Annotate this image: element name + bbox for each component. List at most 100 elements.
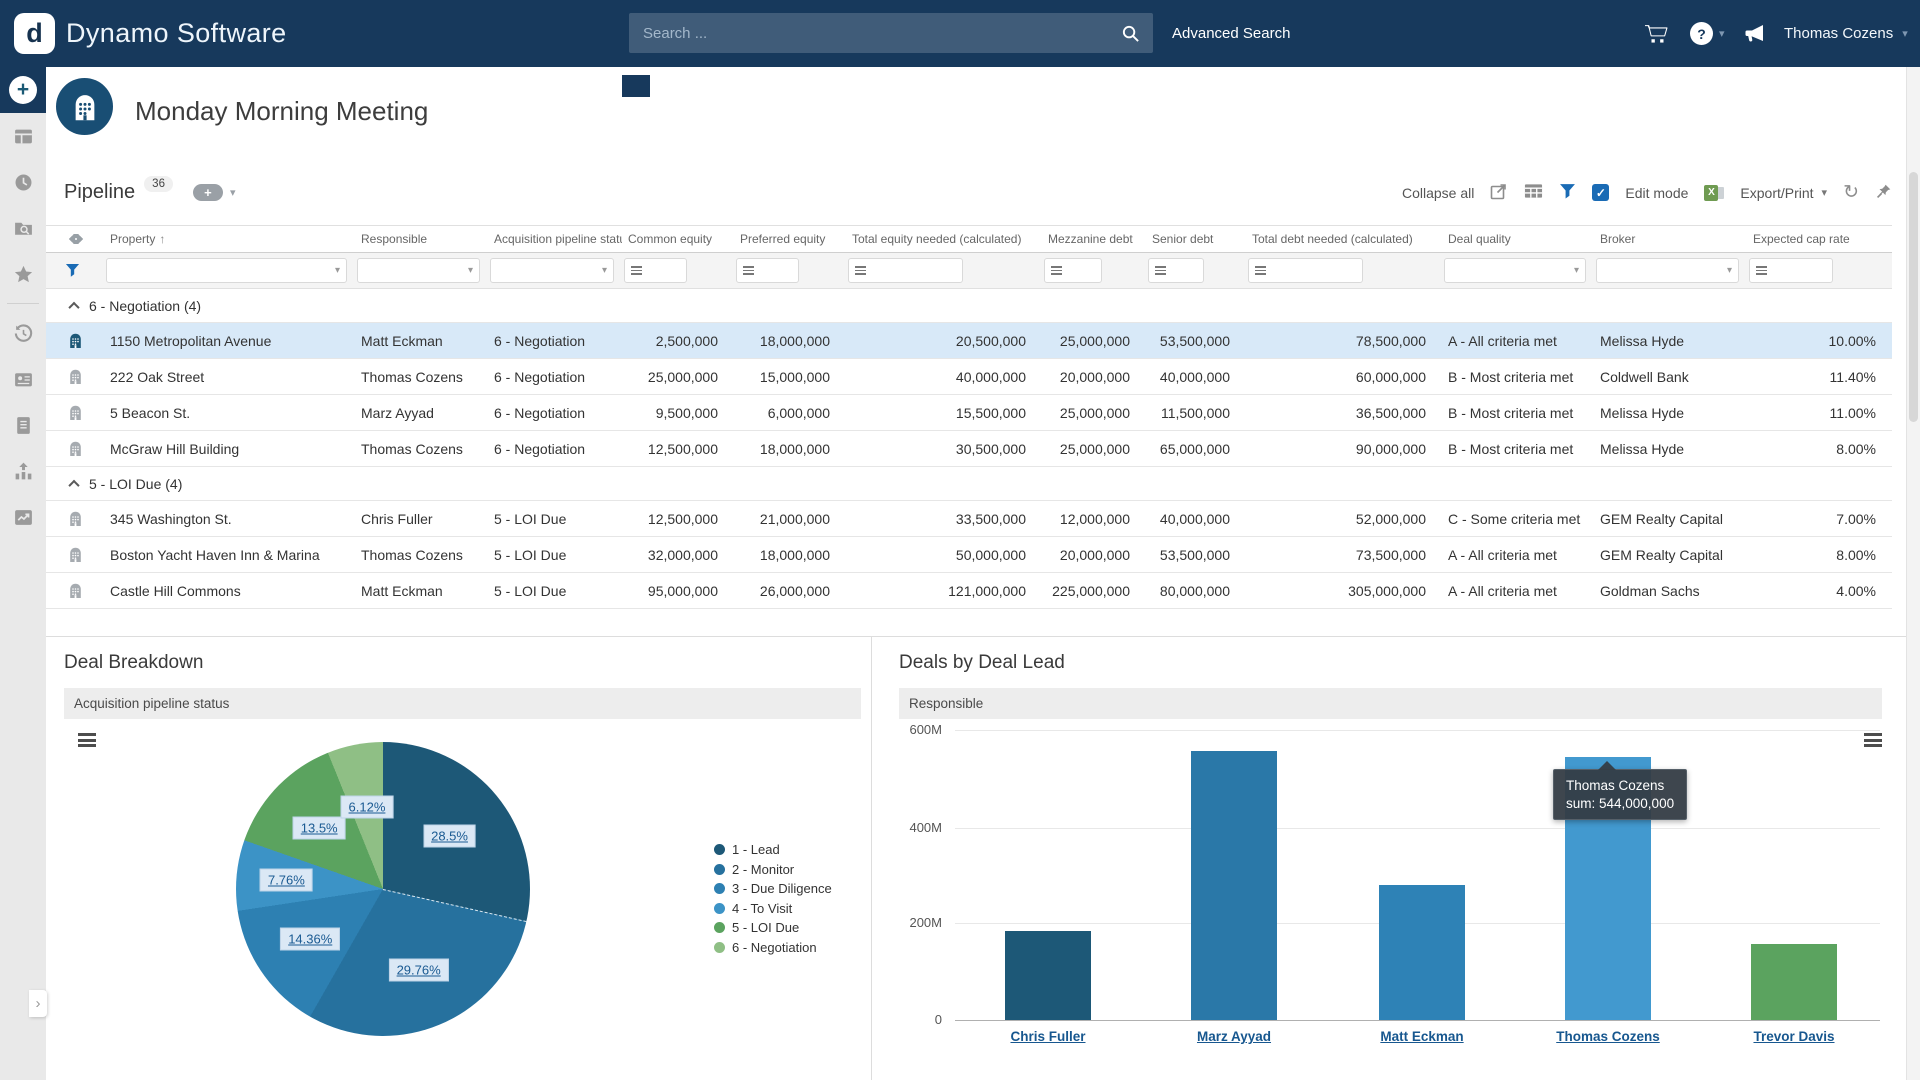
column-header-pin[interactable]	[46, 234, 104, 244]
bar-category-label[interactable]: Marz Ayyad	[1149, 1029, 1319, 1044]
search-icon[interactable]	[1107, 13, 1153, 53]
sidebar-expand-handle[interactable]: ›	[29, 990, 47, 1017]
group-row[interactable]: 6 - Negotiation (4)	[46, 289, 1892, 323]
collapse-all-button[interactable]: Collapse all	[1402, 185, 1474, 201]
bar-chris-fuller[interactable]	[1005, 931, 1091, 1020]
chart-menu-icon[interactable]	[78, 733, 96, 750]
column-header-deal-quality[interactable]: Deal quality	[1442, 232, 1594, 246]
table-row[interactable]: 222 Oak StreetThomas Cozens6 - Negotiati…	[46, 359, 1892, 395]
filter-menu[interactable]	[1044, 258, 1102, 283]
global-search[interactable]	[629, 13, 1153, 53]
filter-select[interactable]: ▾	[357, 258, 480, 283]
bar-trevor-davis[interactable]	[1751, 944, 1837, 1020]
filter-menu[interactable]	[736, 258, 799, 283]
export-print-button[interactable]: Export/Print	[1740, 185, 1813, 201]
filter-menu[interactable]	[1148, 258, 1204, 283]
sidebar-item-charts[interactable]	[0, 494, 46, 540]
pie-slice-label[interactable]: 14.36%	[280, 927, 340, 950]
sidebar-item-add[interactable]: +	[0, 67, 46, 113]
legend-item[interactable]: 5 - LOI Due	[714, 920, 832, 935]
legend-item[interactable]: 4 - To Visit	[714, 901, 832, 916]
sidebar-item-favorites[interactable]	[0, 251, 46, 297]
pie-slice-label[interactable]: 7.76%	[260, 868, 313, 891]
bar-matt-eckman[interactable]	[1379, 885, 1465, 1020]
filter-menu[interactable]	[1749, 258, 1833, 283]
chevron-down-icon[interactable]: ▾	[1822, 186, 1828, 199]
excel-icon	[1704, 185, 1724, 201]
bar-category-label[interactable]: Matt Eckman	[1337, 1029, 1507, 1044]
sidebar-item-history[interactable]	[0, 310, 46, 356]
sidebar-item-dashboard[interactable]	[0, 113, 46, 159]
column-header-total-equity-needed-calculated[interactable]: Total equity needed (calculated)	[846, 232, 1042, 246]
legend-item[interactable]: 6 - Negotiation	[714, 940, 832, 955]
collapse-group-icon[interactable]	[68, 301, 79, 312]
expand-view-icon[interactable]	[1490, 182, 1508, 203]
column-header-property[interactable]: Property↑	[104, 232, 355, 246]
table-row[interactable]: 1150 Metropolitan AvenueMatt Eckman6 - N…	[46, 323, 1892, 359]
grid-view-icon[interactable]	[1524, 183, 1543, 202]
column-header-broker[interactable]: Broker	[1594, 232, 1747, 246]
table-row[interactable]: 5 Beacon St.Marz Ayyad6 - Negotiation9,5…	[46, 395, 1892, 431]
filter-total-debt-needed-calculated	[1246, 253, 1442, 288]
column-header-senior-debt[interactable]: Senior debt	[1146, 232, 1246, 246]
unpin-icon[interactable]	[1875, 183, 1892, 203]
column-header-expected-cap-rate[interactable]: Expected cap rate	[1747, 232, 1892, 246]
pie-slice-label[interactable]: 13.5%	[293, 817, 346, 840]
filter-menu[interactable]	[848, 258, 963, 283]
help-menu[interactable]: ▾	[1690, 0, 1725, 67]
filter-select[interactable]: ▾	[1596, 258, 1739, 283]
legend-item[interactable]: 2 - Monitor	[714, 862, 832, 877]
folder-search-icon	[13, 218, 34, 239]
chart-menu-icon[interactable]	[1864, 733, 1882, 750]
sidebar-item-documents[interactable]	[0, 402, 46, 448]
cell-mezzanine-debt: 12,000,000	[1042, 511, 1146, 527]
search-input[interactable]	[629, 13, 1107, 53]
legend-item[interactable]: 3 - Due Diligence	[714, 881, 832, 896]
legend-item[interactable]: 1 - Lead	[714, 842, 832, 857]
filter-select[interactable]: ▾	[106, 258, 347, 283]
sidebar-item-contacts[interactable]	[0, 356, 46, 402]
filter-row-funnel[interactable]	[46, 253, 104, 288]
sidebar-item-recent[interactable]	[0, 159, 46, 205]
scrollbar-thumb[interactable]	[1909, 172, 1918, 422]
pie-slice-label[interactable]: 28.5%	[423, 824, 476, 847]
announcements-icon[interactable]	[1744, 0, 1766, 67]
column-header-mezzanine-debt[interactable]: Mezzanine debt	[1042, 232, 1146, 246]
sidebar-item-search-folder[interactable]	[0, 205, 46, 251]
pie[interactable]: 28.5% 29.76% 14.36% 7.76% 13.5%6.12%	[236, 742, 530, 1036]
column-header-acquisition-pipeline-status[interactable]: Acquisition pipeline status	[488, 232, 622, 246]
pie-slice-label[interactable]: 6.12%	[341, 795, 394, 818]
table-row[interactable]: McGraw Hill BuildingThomas Cozens6 - Neg…	[46, 431, 1892, 467]
group-row[interactable]: 5 - LOI Due (4)	[46, 467, 1892, 501]
advanced-search-link[interactable]: Advanced Search	[1172, 0, 1290, 67]
bar-category-label[interactable]: Trevor Davis	[1709, 1029, 1879, 1044]
column-header-common-equity[interactable]: Common equity	[622, 232, 734, 246]
table-row[interactable]: Boston Yacht Haven Inn & MarinaThomas Co…	[46, 537, 1892, 573]
vertical-scrollbar[interactable]	[1906, 67, 1920, 1080]
filter-menu[interactable]	[1248, 258, 1363, 283]
column-header-total-debt-needed-calculated[interactable]: Total debt needed (calculated)	[1246, 232, 1442, 246]
filter-mezzanine-debt	[1042, 253, 1146, 288]
table-row[interactable]: Castle Hill CommonsMatt Eckman5 - LOI Du…	[46, 573, 1892, 609]
user-menu[interactable]: Thomas Cozens ▾	[1784, 0, 1908, 67]
collapse-group-icon[interactable]	[68, 479, 79, 490]
filter-select[interactable]: ▾	[490, 258, 614, 283]
filter-menu[interactable]	[624, 258, 687, 283]
table-row[interactable]: 345 Washington St.Chris Fuller5 - LOI Du…	[46, 501, 1892, 537]
bar-category-label[interactable]: Thomas Cozens	[1523, 1029, 1693, 1044]
edit-mode-checkbox[interactable]	[1592, 184, 1609, 201]
cart-icon[interactable]	[1645, 0, 1668, 67]
dynamo-logo[interactable]: d	[14, 13, 55, 54]
filter-icon[interactable]	[1559, 183, 1576, 203]
filter-select[interactable]: ▾	[1444, 258, 1586, 283]
bar-category-label[interactable]: Chris Fuller	[963, 1029, 1133, 1044]
add-record-button[interactable]: +	[193, 184, 223, 201]
pie-slice-label[interactable]: 29.76%	[389, 958, 449, 981]
column-header-responsible[interactable]: Responsible	[355, 232, 488, 246]
sidebar-item-reports[interactable]	[0, 448, 46, 494]
refresh-icon[interactable]: ↻	[1843, 183, 1859, 202]
column-header-preferred-equity[interactable]: Preferred equity	[734, 232, 846, 246]
bar-marz-ayyad[interactable]	[1191, 751, 1277, 1020]
edit-mode-label[interactable]: Edit mode	[1625, 185, 1688, 201]
chevron-down-icon[interactable]: ▾	[230, 186, 236, 199]
